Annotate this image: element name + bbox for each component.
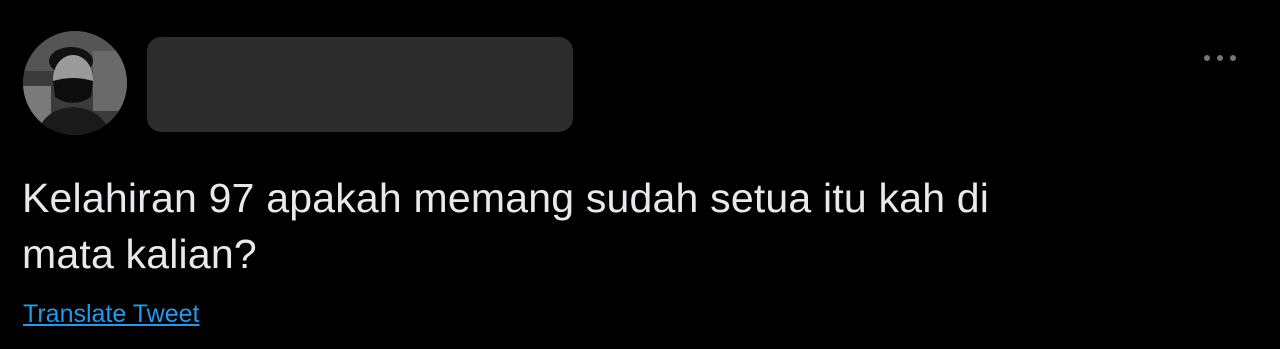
- more-options-button[interactable]: [1200, 44, 1240, 72]
- more-horizontal-icon: [1204, 55, 1236, 61]
- tweet-card: Kelahiran 97 apakah memang sudah setua i…: [0, 0, 1280, 349]
- avatar[interactable]: [23, 31, 127, 135]
- avatar-image: [23, 31, 127, 135]
- tweet-text: Kelahiran 97 apakah memang sudah setua i…: [22, 175, 990, 277]
- username-redaction: [147, 37, 573, 132]
- translate-tweet-link[interactable]: Translate Tweet: [23, 298, 199, 330]
